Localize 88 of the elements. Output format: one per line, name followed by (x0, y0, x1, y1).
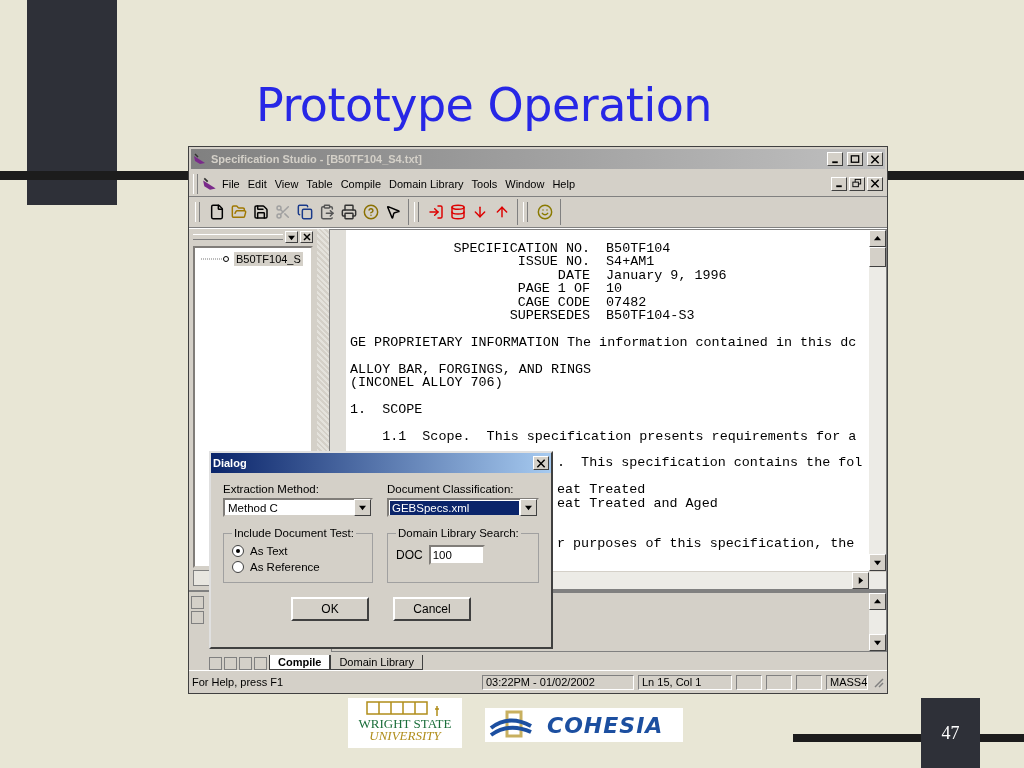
vertical-scrollbar[interactable] (869, 230, 886, 571)
field-label: Extraction Method: (223, 483, 320, 495)
document-line: eat Treated and Aged (557, 496, 718, 511)
status-mode: MASS4 (826, 674, 868, 690)
document-line: ALLOY BAR, FORGINGS, AND RINGS (350, 362, 592, 377)
dropdown[interactable]: Method C (223, 498, 373, 517)
printer-icon[interactable] (341, 204, 357, 220)
field-label: DOC (396, 548, 423, 562)
help-icon[interactable] (363, 204, 379, 220)
page-number: 47 (941, 722, 960, 744)
triangle-down-icon[interactable] (525, 504, 532, 511)
header-label: PAGE 1 OF (516, 282, 590, 296)
menu-item[interactable]: Tools (467, 177, 502, 190)
field-label: Document Classification: (387, 483, 515, 495)
document-icon (202, 176, 218, 191)
radio-option[interactable]: As Text (232, 545, 364, 557)
header-value: S4+AM1 (606, 255, 656, 269)
header-value: January 9, 1996 (606, 268, 728, 283)
dropdown[interactable]: GEBSpecs.xml (387, 498, 539, 517)
input-field[interactable]: 100 (428, 545, 485, 565)
menu-item[interactable]: View (270, 177, 303, 190)
tab-scroll-button[interactable] (209, 657, 222, 670)
menu-item[interactable]: Table (302, 177, 337, 190)
header-value: 10 (606, 282, 623, 296)
status-panel (796, 674, 822, 690)
group-title: Include Document Test: (233, 527, 355, 539)
database-icon[interactable] (450, 204, 466, 220)
header-value: 07482 (606, 295, 648, 310)
document-line: eat Treated (557, 483, 646, 497)
folder-icon[interactable] (231, 204, 247, 220)
menu-item[interactable]: Window (501, 177, 549, 190)
university-logo: WRIGHT STATE UNIVERSITY (348, 698, 462, 748)
header-value: B50TF104 (606, 242, 672, 256)
triangle-up-icon[interactable] (874, 235, 881, 242)
document-line: 1.1 Scope. This specification presents requirements for a (382, 429, 857, 444)
triangle-right-icon[interactable] (857, 577, 864, 584)
tab[interactable]: Compile (269, 655, 331, 670)
document-line: GE PROPRIETARY INFORMATION The information contained in this dc (350, 335, 857, 350)
cancel-button[interactable]: Cancel (393, 597, 471, 621)
group-title: Domain Library Search: (397, 527, 520, 539)
window-title: Specification Studio - [B50TF104_S4.txt] (211, 153, 423, 165)
triangle-down-icon[interactable] (874, 639, 881, 646)
header-label: ISSUE NO. (516, 255, 590, 269)
menu-item[interactable]: Edit (243, 177, 271, 190)
triangle-up-icon[interactable] (874, 598, 881, 605)
menu-item[interactable]: Help (548, 177, 580, 190)
document-line: r purposes of this specification, the (557, 536, 855, 551)
document-line: . This specification contains the fol (557, 456, 863, 470)
menu-item[interactable]: Compile (336, 177, 385, 190)
menu-item[interactable]: Domain Library (385, 177, 468, 190)
tab-scroll-button[interactable] (254, 657, 267, 670)
company-logo: COHESIA (485, 708, 683, 742)
smiley-icon[interactable] (537, 204, 553, 220)
pointer-icon[interactable] (385, 204, 401, 220)
triangle-down-icon[interactable] (874, 559, 881, 566)
status-panel (766, 674, 792, 690)
copy-icon[interactable] (297, 204, 313, 220)
header-label: SUPERSEDES (508, 309, 590, 323)
tab-scroll-button[interactable] (239, 657, 252, 670)
clipboard-icon[interactable] (319, 204, 335, 220)
document-line: 1. SCOPE (350, 402, 423, 417)
resize-grip-icon[interactable] (872, 676, 884, 688)
ok-button[interactable]: OK (291, 597, 369, 621)
header-value: B50TF104-S3 (606, 309, 696, 323)
status-position: Ln 15, Col 1 (638, 674, 732, 690)
header-label: CAGE CODE (516, 295, 590, 310)
tree-item[interactable]: B50TF104_S (234, 252, 303, 266)
status-panel (736, 674, 762, 690)
arrow-into-box-icon[interactable] (428, 204, 444, 220)
tab[interactable]: Domain Library (330, 655, 423, 670)
file-icon[interactable] (209, 204, 225, 220)
tab-scroll-button[interactable] (224, 657, 237, 670)
dialog-title: Dialog (213, 457, 248, 469)
triangle-down-icon[interactable] (359, 504, 366, 511)
pane-expand-button[interactable] (191, 611, 204, 624)
tree-connector-icon (201, 255, 231, 263)
status-text: For Help, press F1 (192, 676, 285, 688)
header-label: DATE (556, 268, 590, 283)
status-time: 03:22PM - 01/02/2002 (482, 674, 634, 690)
scroll-right-button[interactable] (852, 572, 869, 589)
header-label: SPECIFICATION NO. (452, 242, 590, 256)
slide-title: Prototype Operation (256, 78, 712, 132)
radio-option[interactable]: As Reference (232, 561, 364, 573)
swoosh-icon (489, 710, 533, 740)
document-line: (INCONEL ALLOY 706) (350, 376, 503, 390)
scroll-thumb[interactable] (869, 247, 886, 267)
app-icon (193, 153, 207, 165)
menu-item[interactable]: File (218, 177, 244, 190)
